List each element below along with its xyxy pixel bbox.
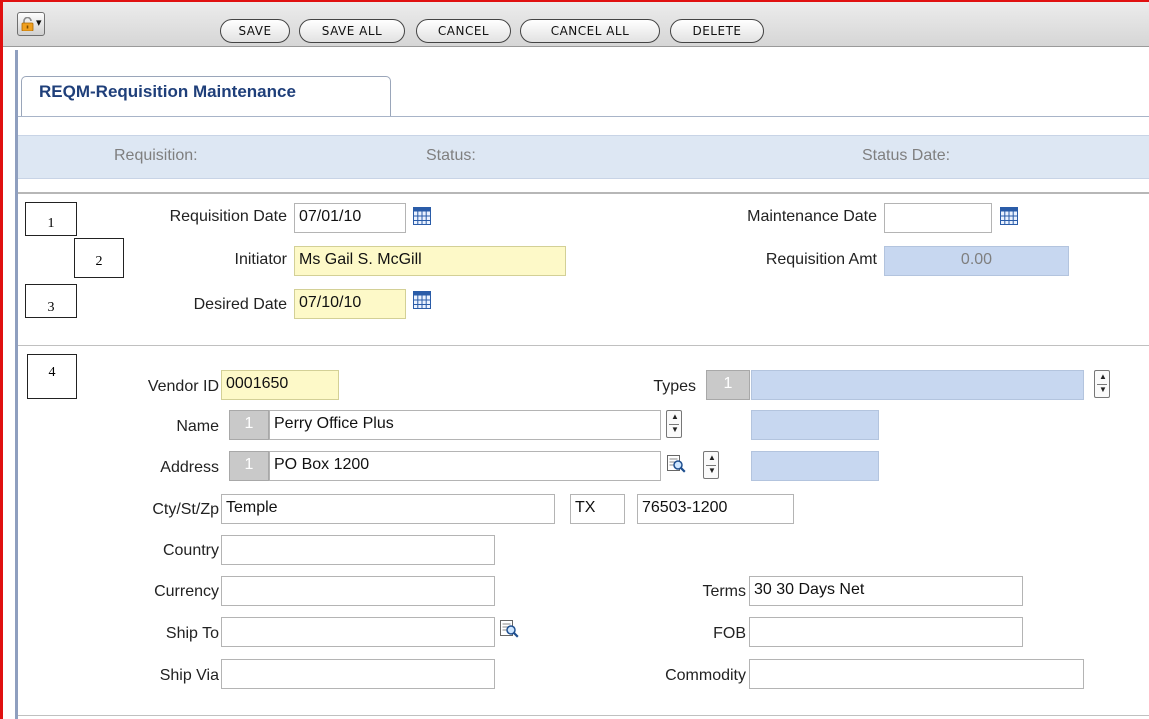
- cancel-button[interactable]: CANCEL: [416, 19, 511, 43]
- types-field: [751, 370, 1084, 400]
- callout-marker-2: 2: [74, 238, 124, 278]
- address-field[interactable]: PO Box 1200: [269, 451, 661, 481]
- magnifier-lookup-icon[interactable]: [500, 620, 519, 639]
- country-label: Country: [162, 542, 219, 559]
- name-index: 1: [229, 410, 269, 440]
- status-label: Status:: [426, 147, 476, 164]
- tab-reqm-requisition-maintenance[interactable]: REQM-Requisition Maintenance: [21, 76, 391, 116]
- ship-via-label: Ship Via: [159, 667, 219, 684]
- country-field[interactable]: [221, 535, 495, 565]
- ship-to-label: Ship To: [165, 625, 219, 642]
- requisition-amt-label: Requisition Amt: [765, 251, 877, 268]
- desired-date-label: Desired Date: [193, 296, 287, 313]
- section-divider: [18, 192, 1149, 194]
- city-field[interactable]: Temple: [221, 494, 555, 524]
- initiator-label: Initiator: [234, 251, 287, 268]
- terms-label: Terms: [702, 583, 746, 600]
- section-divider: [18, 715, 1149, 716]
- status-strip: Requisition: Status: Status Date:: [18, 135, 1149, 179]
- status-date-label: Status Date:: [862, 147, 951, 164]
- commodity-label: Commodity: [665, 667, 746, 684]
- window-frame-left: [0, 0, 3, 719]
- address-label: Address: [160, 459, 219, 476]
- terms-field[interactable]: 30 30 Days Net: [749, 576, 1023, 606]
- requisition-date-label: Requisition Date: [169, 208, 287, 225]
- callout-marker-4: 4: [27, 354, 77, 399]
- requisition-status-label: Requisition:: [114, 147, 198, 164]
- currency-field[interactable]: [221, 576, 495, 606]
- save-all-button[interactable]: SAVE ALL: [299, 19, 405, 43]
- vendor-id-field[interactable]: 0001650: [221, 370, 339, 400]
- requisition-date-field[interactable]: 07/01/10: [294, 203, 406, 233]
- name-spinner-icon[interactable]: ▲ ▼: [666, 410, 682, 438]
- calendar-icon[interactable]: [413, 207, 431, 225]
- section-divider: [18, 345, 1149, 346]
- desired-date-field[interactable]: 07/10/10: [294, 289, 406, 319]
- types-spinner-icon[interactable]: ▲ ▼: [1094, 370, 1110, 398]
- maintenance-date-label: Maintenance Date: [747, 208, 877, 225]
- fob-label: FOB: [713, 625, 746, 642]
- callout-marker-3: 3: [25, 284, 77, 318]
- address-index: 1: [229, 451, 269, 481]
- types-label: Types: [653, 378, 696, 395]
- state-field[interactable]: TX: [570, 494, 625, 524]
- magnifier-lookup-icon[interactable]: [667, 455, 686, 474]
- initiator-field[interactable]: Ms Gail S. McGill: [294, 246, 566, 276]
- lock-menu-button[interactable]: ▾: [17, 12, 45, 36]
- zip-field[interactable]: 76503-1200: [637, 494, 794, 524]
- name-aux-field: [751, 410, 879, 440]
- save-button[interactable]: SAVE: [220, 19, 290, 43]
- fob-field[interactable]: [749, 617, 1023, 647]
- requisition-amt-field: 0.00: [884, 246, 1069, 276]
- name-label: Name: [176, 418, 219, 435]
- calendar-icon[interactable]: [1000, 207, 1018, 225]
- chevron-down-icon: ▾: [36, 17, 42, 29]
- vendor-id-label: Vendor ID: [147, 378, 219, 395]
- cancel-all-button[interactable]: CANCEL ALL: [520, 19, 660, 43]
- commodity-field[interactable]: [749, 659, 1084, 689]
- lock-icon: [21, 17, 34, 31]
- ship-to-field[interactable]: [221, 617, 495, 647]
- maintenance-date-field[interactable]: [884, 203, 992, 233]
- address-spinner-icon[interactable]: ▲ ▼: [703, 451, 719, 479]
- address-aux-field: [751, 451, 879, 481]
- types-index: 1: [706, 370, 750, 400]
- currency-label: Currency: [154, 583, 219, 600]
- calendar-icon[interactable]: [413, 291, 431, 309]
- ship-via-field[interactable]: [221, 659, 495, 689]
- tab-bar: REQM-Requisition Maintenance: [18, 76, 1149, 117]
- callout-marker-1: 1: [25, 202, 77, 236]
- cty-st-zp-label: Cty/St/Zp: [152, 501, 219, 518]
- toolbar: ▾ SAVE SAVE ALL CANCEL CANCEL ALL DELETE: [3, 2, 1149, 47]
- delete-button[interactable]: DELETE: [670, 19, 764, 43]
- vendor-name-field[interactable]: Perry Office Plus: [269, 410, 661, 440]
